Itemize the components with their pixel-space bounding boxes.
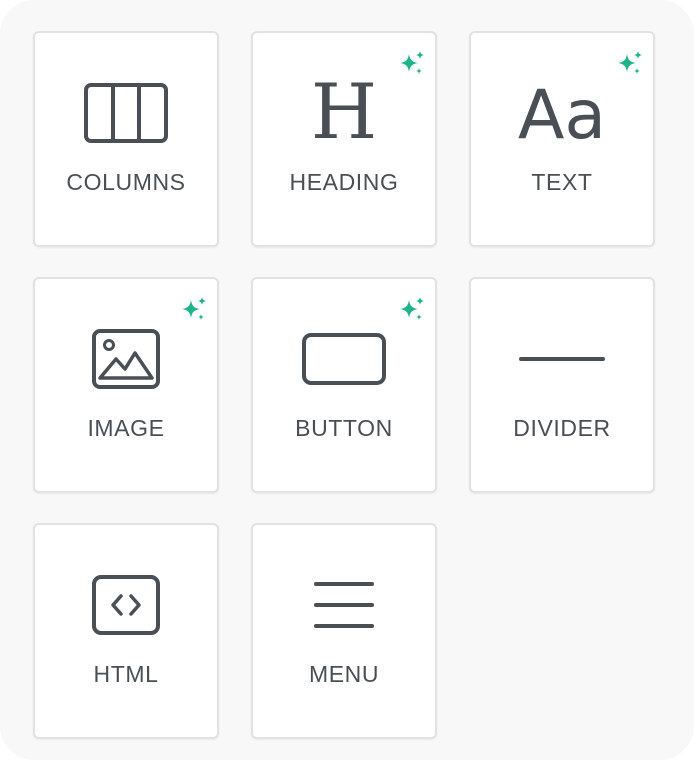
sparkles-icon <box>397 49 427 79</box>
svg-text:Aa: Aa <box>518 78 606 148</box>
block-columns[interactable]: COLUMNS <box>33 31 219 247</box>
block-label: COLUMNS <box>66 169 186 195</box>
block-label: HEADING <box>289 169 399 195</box>
block-menu[interactable]: MENU <box>251 523 437 739</box>
image-icon <box>35 319 217 399</box>
block-label: BUTTON <box>295 415 393 441</box>
button-icon <box>253 319 435 399</box>
block-heading[interactable]: H HEADING <box>251 31 437 247</box>
block-label: MENU <box>308 661 380 687</box>
html-icon <box>35 565 217 645</box>
block-label: TEXT <box>531 169 593 195</box>
svg-text:H: H <box>311 78 377 148</box>
block-image[interactable]: IMAGE <box>33 277 219 493</box>
sparkles-icon <box>179 295 209 325</box>
text-icon: Aa <box>471 73 653 153</box>
divider-icon <box>471 319 653 399</box>
sparkles-icon <box>615 49 645 79</box>
block-label: DIVIDER <box>513 415 611 441</box>
block-button[interactable]: BUTTON <box>251 277 437 493</box>
block-label: IMAGE <box>87 415 165 441</box>
block-text[interactable]: Aa TEXT <box>469 31 655 247</box>
content-blocks-panel: COLUMNS H HEADING Aa TEXT IMAGE BUTTON D… <box>0 0 694 760</box>
block-html[interactable]: HTML <box>33 523 219 739</box>
menu-icon <box>253 565 435 645</box>
block-divider[interactable]: DIVIDER <box>469 277 655 493</box>
heading-icon: H <box>253 73 435 153</box>
sparkles-icon <box>397 295 427 325</box>
columns-icon <box>35 73 217 153</box>
block-label: HTML <box>93 661 159 687</box>
